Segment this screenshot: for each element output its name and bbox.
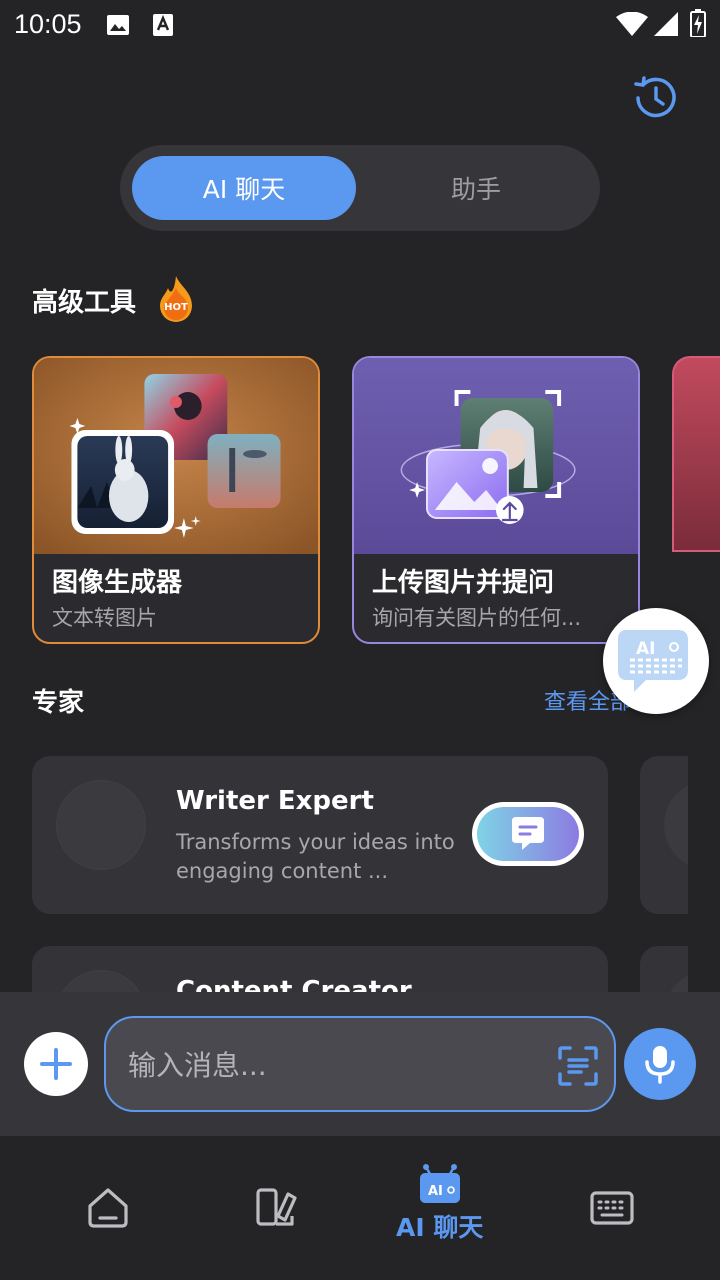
hot-flame-icon: HOT: [160, 276, 192, 322]
avatar: [56, 780, 146, 870]
tool-name: 图像生成器: [52, 568, 183, 598]
ai-badge-text: AI: [636, 639, 655, 659]
text-notification-icon: [153, 14, 173, 36]
ai-nav-icon-text: AI: [428, 1184, 443, 1199]
microphone-icon: [645, 1046, 675, 1084]
ai-keyboard-icon: AI: [618, 630, 688, 692]
home-icon: [88, 1188, 128, 1228]
message-input[interactable]: [128, 1042, 548, 1088]
tool-card-upload-image[interactable]: 上传图片并提问 询问有关图片的任何...: [352, 356, 640, 644]
keyboard-icon: [590, 1191, 634, 1225]
message-input-field[interactable]: [104, 1016, 616, 1112]
tab-assistant[interactable]: 助手: [364, 156, 588, 220]
ai-robot-icon: AI: [419, 1164, 460, 1203]
nav-home[interactable]: [86, 1186, 130, 1228]
scan-text-icon[interactable]: [556, 1044, 600, 1088]
add-attachment-button[interactable]: [24, 1032, 88, 1096]
wifi-icon: [616, 12, 648, 36]
image-generator-illustration: [34, 358, 318, 554]
experts-section-title: 专家: [32, 688, 85, 718]
plus-icon: [40, 1048, 72, 1080]
history-icon[interactable]: [630, 72, 682, 124]
nav-keyboard[interactable]: [590, 1190, 634, 1226]
expert-card-next[interactable]: [640, 756, 688, 914]
nav-label-ai-chat: AI 聊天: [396, 1213, 484, 1242]
expert-name: Writer Expert: [176, 786, 374, 816]
image-notification-icon: [107, 15, 129, 35]
tools-section-title: 高级工具: [32, 288, 137, 318]
status-bar: 10:05: [0, 0, 720, 50]
nav-templates[interactable]: [254, 1186, 298, 1228]
chat-mode-switch: AI 聊天 助手: [120, 145, 600, 231]
floating-ai-keyboard-button[interactable]: AI: [603, 608, 709, 714]
signal-icon: [654, 12, 678, 36]
status-time: 10:05: [14, 9, 82, 39]
voice-input-button[interactable]: [624, 1028, 696, 1100]
tool-card-next[interactable]: [672, 356, 720, 552]
edit-templates-icon: [256, 1188, 297, 1226]
nav-ai-chat[interactable]: AI AI 聊天: [396, 1162, 483, 1244]
tool-card-image-generator[interactable]: 图像生成器 文本转图片: [32, 356, 320, 644]
tool-subtitle: 询问有关图片的任何...: [372, 606, 582, 630]
upload-image-illustration: [354, 358, 638, 554]
tab-ai-chat[interactable]: AI 聊天: [132, 156, 356, 220]
hot-badge-text: HOT: [164, 302, 188, 313]
start-chat-button[interactable]: [472, 802, 584, 866]
expert-description: Transforms your ideas into engaging cont…: [176, 830, 455, 883]
tool-name: 上传图片并提问: [372, 568, 555, 598]
chat-bubble-icon: [512, 817, 544, 850]
tool-subtitle: 文本转图片: [52, 606, 157, 630]
battery-charging-icon: [690, 9, 706, 37]
expert-card-writer[interactable]: Writer Expert Transforms your ideas into…: [32, 756, 608, 914]
